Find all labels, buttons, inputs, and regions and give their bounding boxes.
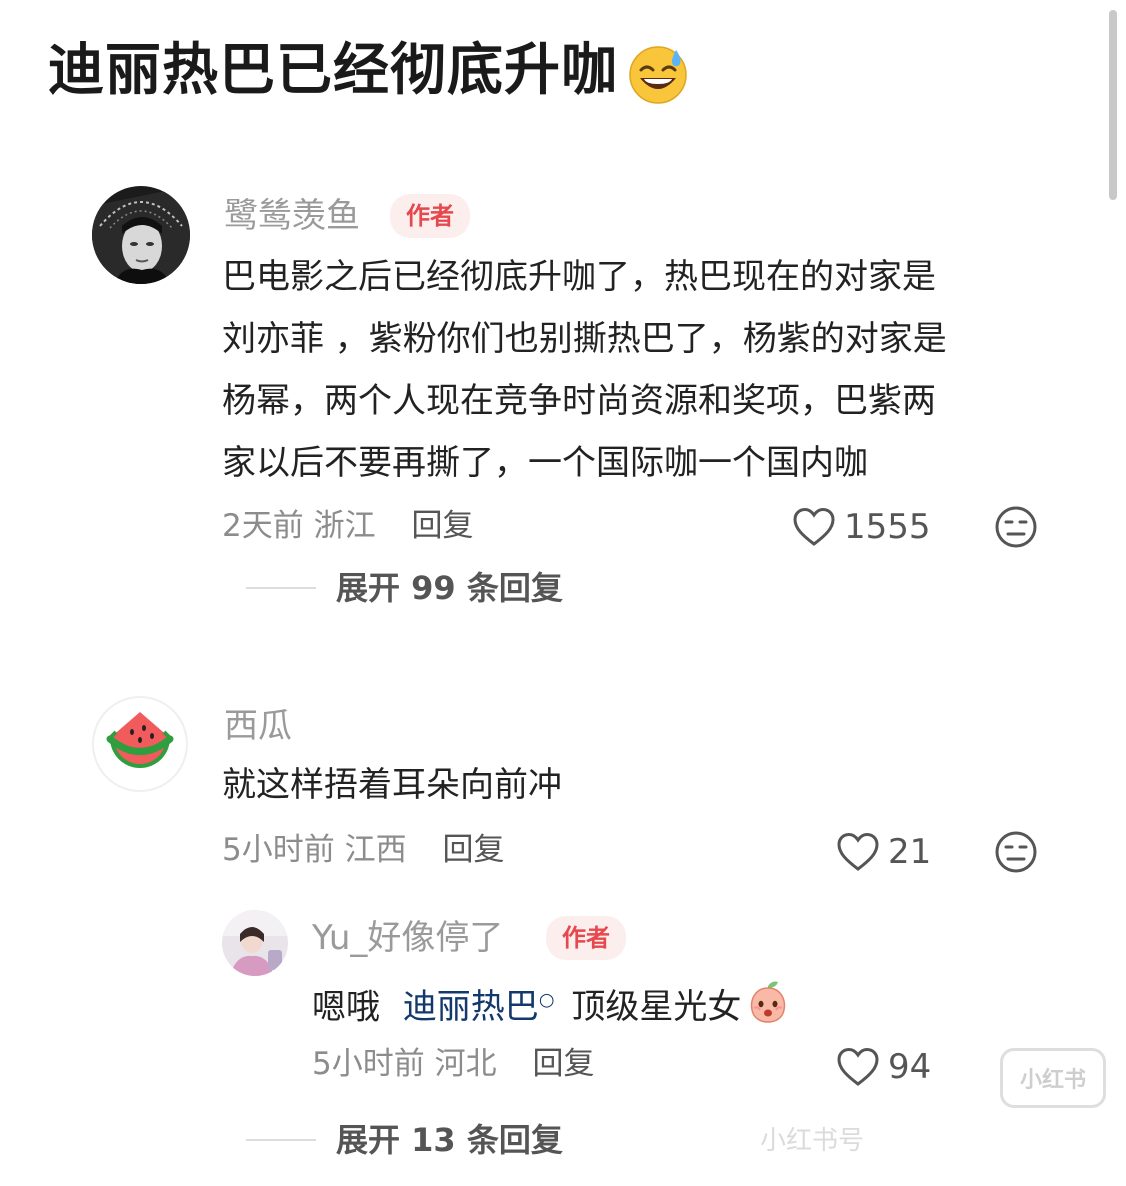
mention-name: 迪丽热巴 [402, 987, 539, 1028]
watermark-text: 小红书号 [760, 1126, 865, 1156]
reply-like-button[interactable]: 94 [836, 1045, 931, 1089]
heart-icon [837, 1047, 879, 1086]
sweat-smile-emoji-icon [629, 46, 687, 104]
comment-2-meta: 5小时前 江西 回复 [222, 828, 504, 872]
post-title-text: 迪丽热巴已经彻底升咖 [48, 38, 618, 103]
comment-1-line-4: 家以后不要再撕了，一个国际咖一个国内咖 [222, 443, 868, 483]
comment-1-line-2: 刘亦菲 ，紫粉你们也别撕热巴了，杨紫的对家是 [222, 319, 947, 359]
comment-2-time: 5小时前 [222, 832, 335, 868]
reply-meta: 5小时前 河北 回复 [312, 1042, 594, 1086]
reply-location: 河北 [434, 1046, 497, 1082]
reply-time: 5小时前 [312, 1046, 425, 1082]
comment-2-reply-button[interactable]: 回复 [442, 832, 504, 868]
avatar-reply-author[interactable] [222, 910, 288, 976]
author-badge: 作者 [390, 194, 470, 238]
comment-1-expand-label: 展开 99 条回复 [336, 569, 563, 607]
comment-1-like-button[interactable]: 1555 [792, 505, 931, 549]
expand-divider [246, 587, 316, 589]
reply-reply-button[interactable]: 回复 [532, 1046, 594, 1082]
scrollbar-thumb[interactable] [1109, 10, 1117, 200]
dislike-face-icon[interactable] [994, 505, 1038, 549]
peach-face-emoji-icon [751, 981, 786, 1024]
mention-link[interactable]: 迪丽热巴○ [403, 987, 555, 1027]
reply-author-username[interactable]: Yu_好像停了 [312, 916, 503, 960]
reply-author-badge: 作者 [546, 916, 626, 960]
post-title: 迪丽热巴已经彻底升咖 [48, 36, 690, 106]
commenter-1-username[interactable]: 鹭鸶羡鱼 [224, 194, 360, 238]
comment-1-time: 2天前 [222, 508, 304, 544]
reply-like-count: 94 [888, 1047, 932, 1087]
dislike-face-icon[interactable] [994, 830, 1038, 874]
comment-2-like-count: 21 [888, 832, 932, 872]
xiaohongshu-watermark-logo: 小红书 [1000, 1048, 1106, 1108]
reply-text: 嗯哦 迪丽热巴○ 顶级星光女 [312, 970, 791, 1038]
comment-2-like-button[interactable]: 21 [836, 830, 931, 874]
comment-1-expand-replies[interactable]: 展开 99 条回复 [246, 566, 563, 610]
avatar-portrait-image [92, 186, 190, 284]
comment-2-expand-replies[interactable]: 展开 13 条回复 [246, 1118, 563, 1162]
comment-2-location: 江西 [344, 832, 407, 868]
comment-1-line-1: 巴电影之后已经彻底升咖了，热巴现在的对家是 [222, 257, 936, 297]
expand-divider [246, 1139, 316, 1141]
heart-icon [837, 832, 879, 871]
commenter-2-username[interactable]: 西瓜 [224, 704, 292, 748]
avatar-photo-image [222, 910, 288, 976]
comment-1-line-3: 杨幂，两个人现在竞争时尚资源和奖项，巴紫两 [222, 381, 936, 421]
xiaohongshu-watermark-text: 小红书号 [760, 1120, 864, 1157]
comment-1-reply-button[interactable]: 回复 [411, 508, 473, 544]
reply-suffix: 顶级星光女 [571, 987, 742, 1028]
comment-1-like-count: 1555 [844, 507, 931, 547]
comment-1-location: 浙江 [313, 508, 376, 544]
watermelon-icon [106, 712, 174, 768]
search-icon: ○ [538, 990, 555, 1011]
comment-2-expand-label: 展开 13 条回复 [336, 1121, 563, 1159]
heart-icon [793, 507, 835, 546]
comment-2-text: 就这样捂着耳朵向前冲 [222, 765, 562, 805]
avatar-commenter-1[interactable] [92, 186, 190, 284]
avatar-commenter-2[interactable] [92, 696, 188, 792]
reply-prefix: 嗯哦 [312, 987, 380, 1028]
comment-1-meta: 2天前 浙江 回复 [222, 504, 473, 548]
